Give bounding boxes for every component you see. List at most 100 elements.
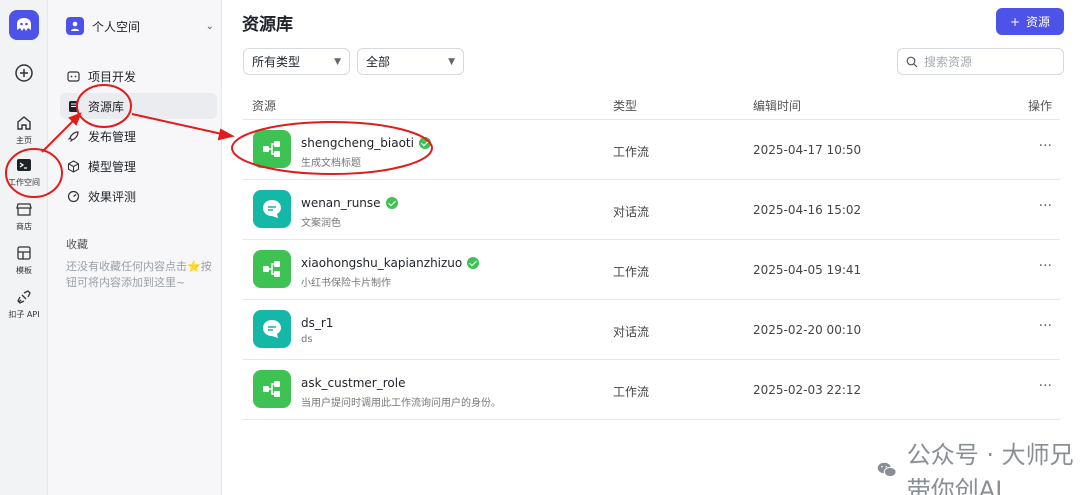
store-icon [16, 203, 32, 216]
plus-icon: + [1009, 14, 1021, 29]
evaluate-icon [66, 189, 80, 203]
workflow-icon [253, 130, 291, 168]
resource-description: 文案润色 [301, 218, 341, 229]
column-header-type: 类型 [613, 99, 638, 113]
sidebar-item-publish[interactable]: 发布管理 [60, 123, 217, 149]
sidebar-item-label: 项目开发 [88, 69, 137, 84]
space-switcher[interactable]: 个人空间 ⌄ [66, 14, 214, 38]
workflow-icon [253, 250, 291, 288]
verified-check-icon [467, 257, 480, 269]
resource-edit-time: 2025-04-17 10:50 [753, 143, 862, 157]
rail-item-home[interactable]: 主页 [0, 114, 48, 146]
home-icon [17, 116, 31, 130]
watermark: 公众号 · 大师兄带你创AI [877, 435, 1080, 495]
resource-type: 工作流 [613, 385, 650, 399]
resource-type: 对话流 [613, 205, 650, 219]
table-row[interactable]: shengcheng_biaoti 生成文档标题 工作流 2025-04-17 10:… [242, 120, 1060, 180]
rocket-icon [66, 129, 80, 143]
resource-description: ds [301, 334, 313, 345]
table-header: 资源 类型 编辑时间 操作 [242, 90, 1060, 120]
table-row[interactable]: wenan_runse 文案润色 对话流 2025-04-16 15:02 ··· [242, 180, 1060, 240]
user-icon [71, 21, 79, 31]
resource-edit-time: 2025-02-20 00:10 [753, 323, 862, 337]
search-icon [906, 56, 918, 67]
model-icon [66, 159, 80, 173]
api-icon [17, 290, 31, 304]
resource-edit-time: 2025-02-03 22:12 [753, 383, 862, 397]
resource-name-text: wenan_runse [301, 196, 381, 210]
sidebar-item-model[interactable]: 模型管理 [60, 153, 217, 179]
resource-library: 资源库 + 资源 所有类型 ▼ 全部 ▼ 资源 类型 编辑时间 操作 sheng… [222, 0, 1080, 495]
resource-name-text: ask_custmer_role [301, 376, 406, 390]
resource-name-text: xiaohongshu_kapianzhizuo [301, 256, 463, 270]
template-icon [17, 246, 31, 260]
table-row[interactable]: xiaohongshu_kapianzhizuo 小红书保险卡片制作 工作流 2025… [242, 240, 1060, 300]
global-rail: 主页 工作空间 商店 模板 扣子 API [0, 0, 48, 495]
more-actions-icon[interactable]: ··· [1039, 138, 1052, 154]
sidebar-item-label: 资源库 [88, 99, 125, 114]
scope-filter-value: 全部 [366, 55, 391, 69]
library-icon [66, 99, 80, 113]
create-button[interactable] [13, 62, 35, 84]
logo-icon [17, 18, 31, 31]
search-box[interactable] [897, 48, 1064, 75]
chatflow-icon [253, 190, 291, 228]
more-actions-icon[interactable]: ··· [1039, 258, 1052, 274]
page-title: 资源库 [242, 15, 293, 35]
rail-item-workspace[interactable]: 工作空间 [0, 156, 48, 188]
sidebar-item-evaluate[interactable]: 效果评测 [60, 183, 217, 209]
type-filter-select[interactable]: 所有类型 ▼ [243, 48, 350, 75]
type-filter-value: 所有类型 [252, 55, 301, 69]
watermark-text: 公众号 · 大师兄带你创AI [906, 441, 1074, 495]
rail-label: 模板 [16, 266, 32, 275]
sidebar-item-label: 发布管理 [88, 129, 137, 144]
verified-check-icon [385, 197, 398, 209]
more-actions-icon[interactable]: ··· [1039, 198, 1052, 214]
workflow-icon [253, 370, 291, 408]
rail-item-api[interactable]: 扣子 API [0, 288, 48, 320]
resource-description: 小红书保险卡片制作 [301, 278, 391, 289]
chevron-down-icon: ▼ [334, 56, 341, 67]
add-resource-label: 资源 [1026, 15, 1051, 29]
scope-filter-select[interactable]: 全部 ▼ [357, 48, 464, 75]
wechat-icon [877, 462, 897, 478]
resource-type: 工作流 [613, 265, 650, 279]
rail-label: 工作空间 [8, 178, 40, 187]
search-input[interactable] [924, 54, 1044, 69]
verified-check-icon [418, 137, 431, 149]
sidebar-item-library[interactable]: 资源库 [60, 93, 217, 119]
table-row[interactable]: ask_custmer_role 当用户提问时调用此工作流询问用户的身份。 工作流 2… [242, 360, 1060, 420]
resource-name[interactable]: wenan_runse [301, 196, 398, 210]
chevron-down-icon: ▼ [448, 56, 455, 67]
resource-description: 生成文档标题 [301, 158, 361, 169]
sidebar-item-project[interactable]: 项目开发 [60, 63, 217, 89]
workspace-icon [17, 159, 31, 171]
more-actions-icon[interactable]: ··· [1039, 378, 1052, 394]
rail-item-store[interactable]: 商店 [0, 200, 48, 232]
resource-name-text: shengcheng_biaoti [301, 136, 414, 150]
resource-name[interactable]: ask_custmer_role [301, 376, 405, 390]
resource-description: 当用户提问时调用此工作流询问用户的身份。 [301, 398, 501, 409]
sidebar-item-label: 模型管理 [88, 159, 137, 174]
add-resource-button[interactable]: + 资源 [996, 8, 1064, 35]
resource-name[interactable]: shengcheng_biaoti [301, 136, 431, 150]
workspace-sidebar: 个人空间 ⌄ 项目开发 资源库 发布管理 模型管理 效果评测 收藏 还没有收藏任… [48, 0, 222, 495]
chatflow-icon [253, 310, 291, 348]
resource-edit-time: 2025-04-16 15:02 [753, 203, 862, 217]
sidebar-item-label: 效果评测 [88, 189, 137, 204]
resource-name[interactable]: ds_r1 [301, 316, 333, 330]
space-name: 个人空间 [92, 19, 141, 34]
column-header-edited: 编辑时间 [753, 99, 802, 113]
more-actions-icon[interactable]: ··· [1039, 318, 1052, 334]
rail-label: 商店 [16, 222, 32, 231]
resource-type: 对话流 [613, 325, 650, 339]
rail-label: 主页 [16, 136, 32, 145]
rail-item-template[interactable]: 模板 [0, 244, 48, 276]
app-logo[interactable] [9, 10, 39, 40]
column-header-action: 操作 [1027, 99, 1052, 113]
resource-name[interactable]: xiaohongshu_kapianzhizuo [301, 256, 480, 270]
project-icon [66, 69, 80, 83]
space-avatar [66, 17, 84, 35]
table-row[interactable]: ds_r1ds 对话流 2025-02-20 00:10 ··· [242, 300, 1060, 360]
resource-edit-time: 2025-04-05 19:41 [753, 263, 862, 277]
